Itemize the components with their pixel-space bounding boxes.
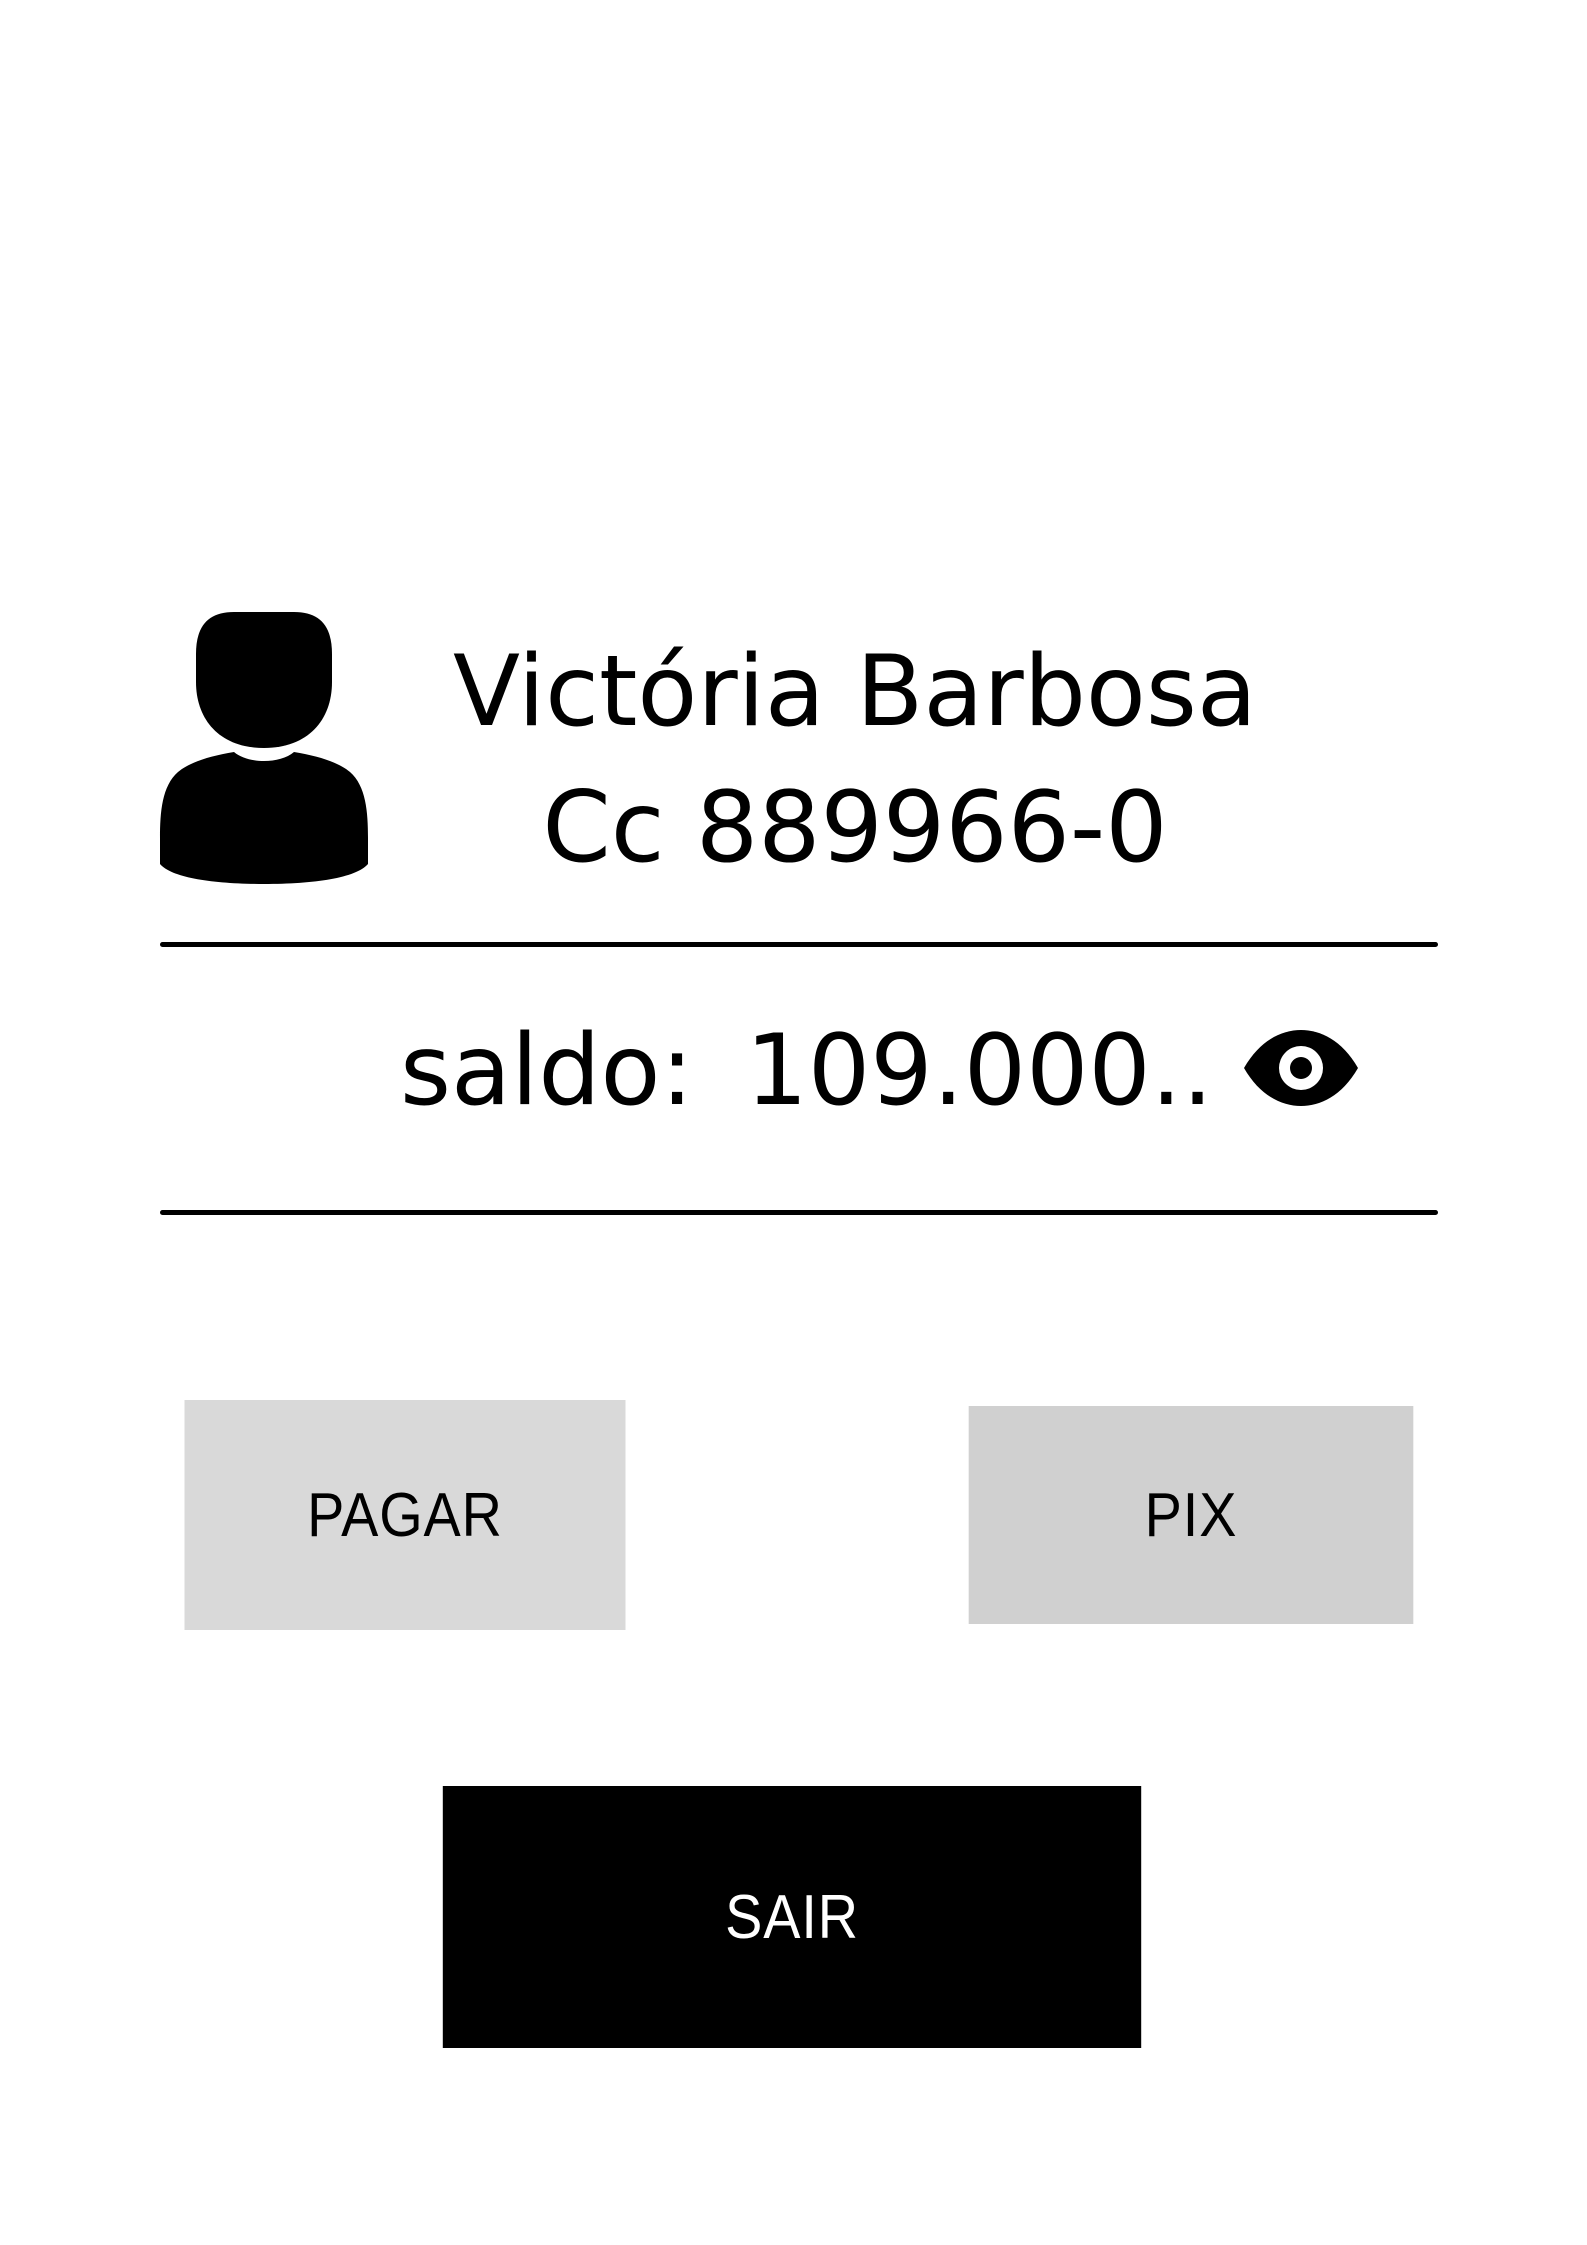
divider-bottom — [160, 1210, 1438, 1215]
account-number: Cc 889966-0 — [542, 771, 1168, 885]
exit-button[interactable]: SAIR — [442, 1786, 1142, 2048]
pix-button[interactable]: PIX — [968, 1406, 1414, 1624]
eye-icon[interactable] — [1242, 1028, 1360, 1108]
divider-top — [160, 942, 1438, 947]
user-name: Victória Barbosa — [453, 635, 1257, 749]
balance-value: 109.000.. — [745, 1014, 1214, 1128]
balance-label: saldo: — [400, 1014, 694, 1128]
pay-button[interactable]: PAGAR — [184, 1400, 626, 1630]
balance-row: saldo: 109.000.. — [400, 1006, 1213, 1136]
avatar-icon — [158, 612, 370, 884]
